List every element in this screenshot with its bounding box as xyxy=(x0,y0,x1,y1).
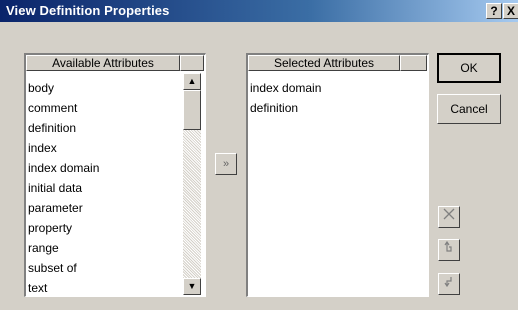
available-attributes-header-filler xyxy=(180,55,204,71)
list-item[interactable]: parameter xyxy=(28,198,83,218)
move-down-arrow-icon[interactable] xyxy=(438,273,460,295)
scroll-down-arrow-icon[interactable]: ▼ xyxy=(183,278,201,295)
cancel-button[interactable]: Cancel xyxy=(437,94,501,124)
available-attributes-list[interactable]: Available Attributes body comment defini… xyxy=(24,53,206,297)
available-attributes-header[interactable]: Available Attributes xyxy=(26,55,180,71)
list-item[interactable]: index domain xyxy=(28,158,99,178)
ok-button[interactable]: OK xyxy=(437,53,501,83)
selected-attributes-header[interactable]: Selected Attributes xyxy=(248,55,400,71)
list-item[interactable]: index xyxy=(28,138,57,158)
close-button[interactable]: X xyxy=(503,3,518,19)
move-up-arrow-icon-glyph xyxy=(444,240,452,252)
scroll-thumb[interactable] xyxy=(183,90,201,130)
move-up-arrow-icon[interactable] xyxy=(438,239,460,261)
list-item[interactable]: property xyxy=(28,218,72,238)
list-item[interactable]: body xyxy=(28,78,54,98)
scroll-up-arrow-icon[interactable]: ▲ xyxy=(183,73,201,90)
list-item[interactable]: range xyxy=(28,238,59,258)
list-item[interactable]: definition xyxy=(250,98,298,118)
selected-attributes-header-filler xyxy=(400,55,427,71)
delete-x-icon-glyph xyxy=(443,208,455,220)
list-item[interactable]: definition xyxy=(28,118,76,138)
list-item[interactable]: text xyxy=(28,278,47,298)
list-item[interactable]: index domain xyxy=(250,78,321,98)
selected-attributes-list[interactable]: Selected Attributes index domain definit… xyxy=(246,53,429,297)
properties-dialog: View Definition Properties ? X Available… xyxy=(0,0,518,310)
delete-x-icon[interactable] xyxy=(438,206,460,228)
list-item[interactable]: comment xyxy=(28,98,77,118)
available-scrollbar[interactable]: ▲ ▼ xyxy=(183,73,201,295)
dialog-title: View Definition Properties xyxy=(6,3,170,18)
list-item[interactable]: initial data xyxy=(28,178,82,198)
add-attribute-button[interactable]: » xyxy=(215,153,237,175)
help-button[interactable]: ? xyxy=(486,3,502,19)
move-down-arrow-icon-glyph xyxy=(444,277,452,288)
list-item[interactable]: subset of xyxy=(28,258,77,278)
title-bar: View Definition Properties ? X xyxy=(0,0,518,22)
